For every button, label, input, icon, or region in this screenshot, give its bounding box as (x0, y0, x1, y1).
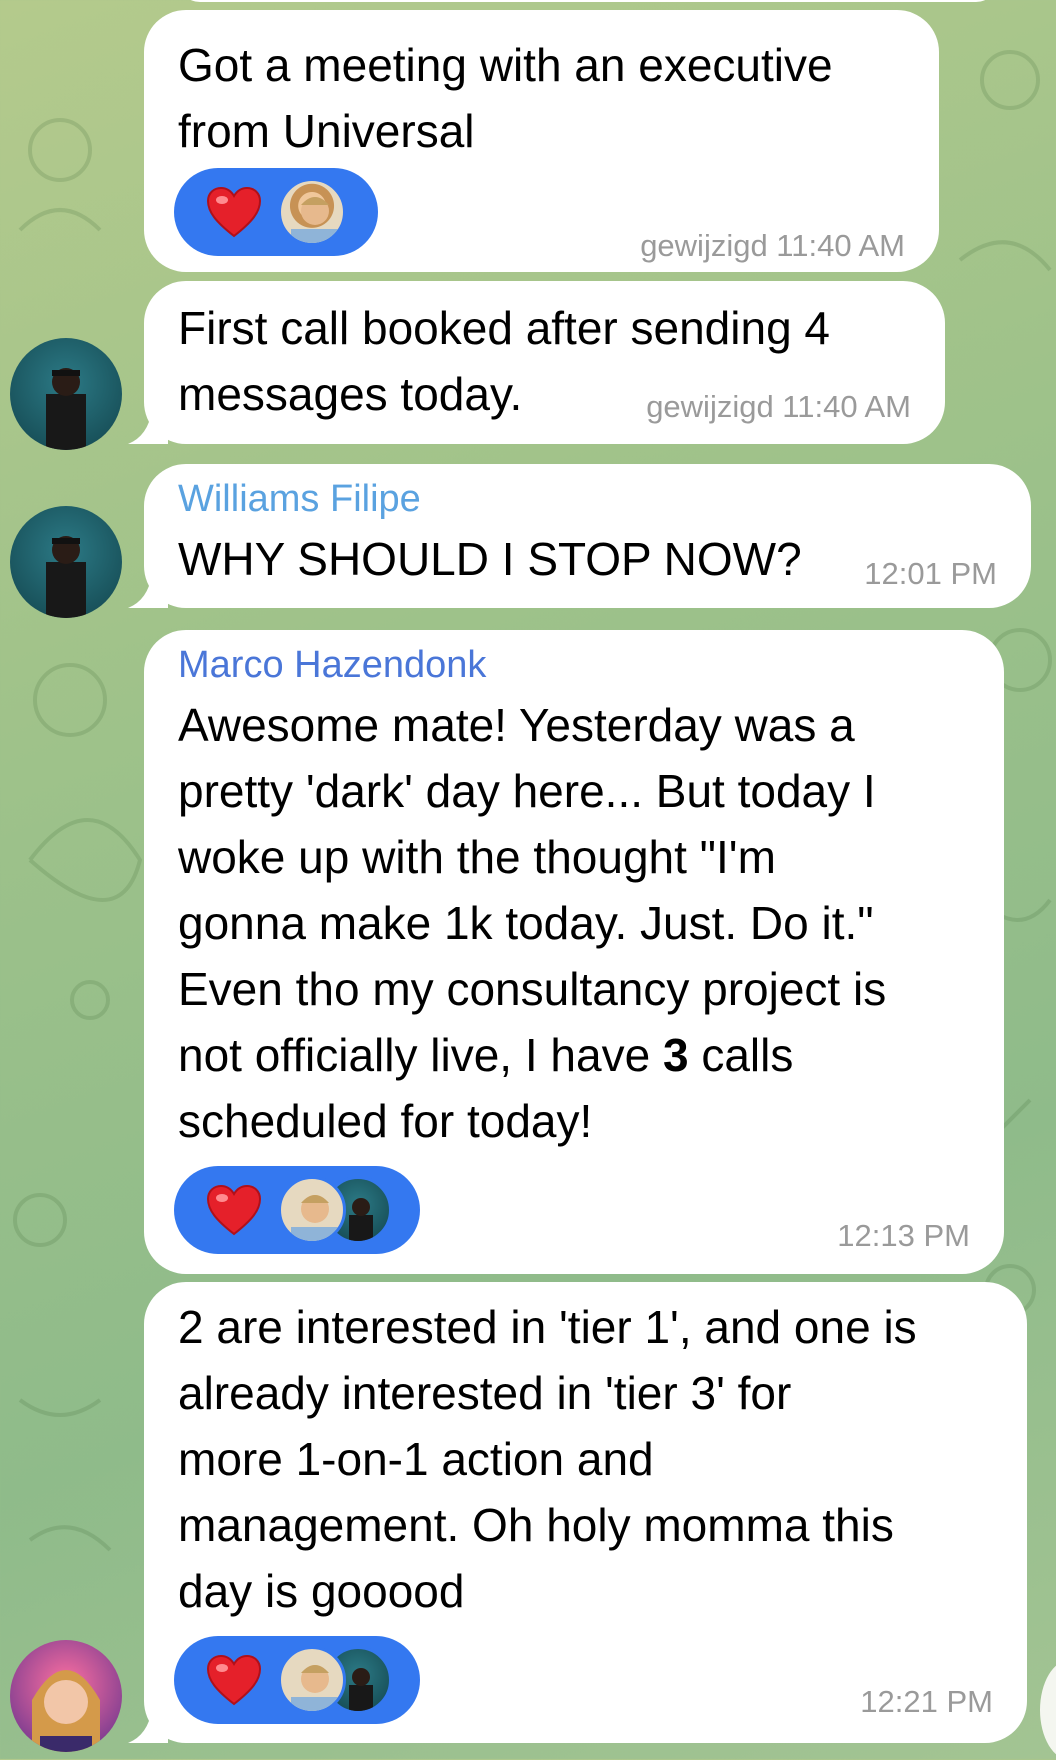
message-text: WHY SHOULD I STOP NOW? (178, 533, 802, 585)
reaction-pill[interactable] (174, 168, 378, 256)
heart-emoji-icon (206, 186, 262, 238)
reactor-avatar (278, 1646, 346, 1714)
heart-emoji-icon (206, 1654, 262, 1706)
message-text: Awesome mate! Yesterday was a pretty 'da… (178, 692, 886, 1154)
reactor-avatar (278, 1176, 346, 1244)
message-text-bold: 3 (662, 1029, 689, 1081)
message-timestamp: gewijzigd 11:40 AM (646, 389, 911, 424)
sender-name[interactable]: Marco Hazendonk (178, 644, 486, 687)
previous-message-bubble-edge (178, 0, 998, 2)
message-text: 2 are interested in 'tier 1', and one is… (178, 1301, 917, 1617)
sender-avatar[interactable] (10, 1640, 122, 1752)
message-timestamp: gewijzigd 11:40 AM (640, 228, 905, 263)
message-text-part: Awesome mate! Yesterday was a pretty 'da… (178, 699, 887, 1081)
bubble-tail (128, 410, 168, 444)
reactor-avatar (278, 178, 346, 246)
message-bubble[interactable]: First call booked after sending 4 messag… (128, 281, 945, 444)
message-bubble[interactable]: Got a meeting with an executive from Uni… (144, 10, 939, 272)
reaction-pill[interactable] (174, 1166, 420, 1254)
message-text: Got a meeting with an executive from Uni… (178, 39, 833, 157)
message-bubble[interactable]: Marco Hazendonk Awesome mate! Yesterday … (144, 630, 1004, 1274)
message-timestamp: 12:13 PM (837, 1218, 970, 1253)
scroll-down-button-edge[interactable] (1040, 1660, 1056, 1760)
message-bubble[interactable]: 2 are interested in 'tier 1', and one is… (128, 1282, 1027, 1743)
bubble-tail (128, 1709, 168, 1743)
reaction-pill[interactable] (174, 1636, 420, 1724)
message-timestamp: 12:01 PM (864, 556, 997, 591)
sender-avatar[interactable] (10, 338, 122, 450)
sender-avatar[interactable] (10, 506, 122, 618)
sender-name[interactable]: Williams Filipe (178, 478, 421, 521)
bubble-tail (128, 574, 168, 608)
message-timestamp: 12:21 PM (860, 1684, 993, 1719)
heart-emoji-icon (206, 1184, 262, 1236)
message-bubble[interactable]: Williams Filipe WHY SHOULD I STOP NOW? 1… (128, 464, 1031, 608)
